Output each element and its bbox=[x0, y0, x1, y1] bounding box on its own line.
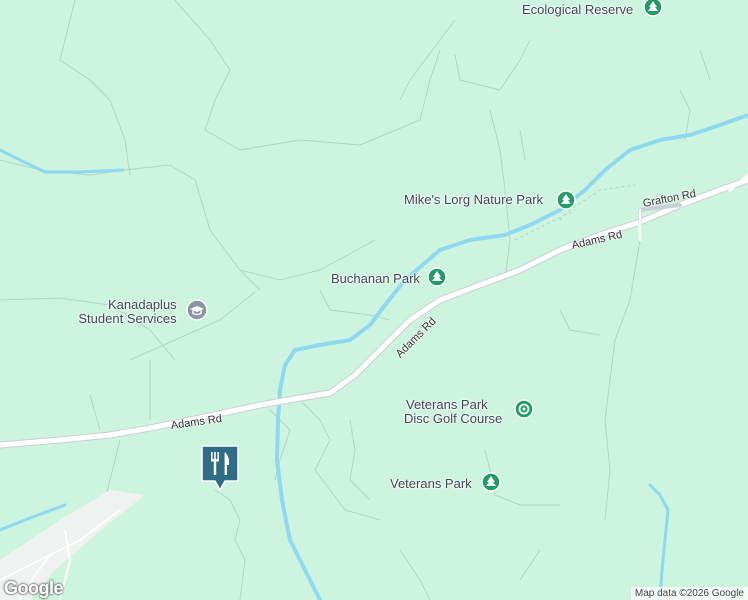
kanadaplus-label[interactable]: Kanadaplus Student Services bbox=[78, 297, 177, 326]
veterans-disc-line2: Disc Golf Course bbox=[404, 411, 503, 426]
target-icon[interactable] bbox=[514, 399, 534, 419]
kanadaplus-line1: Kanadaplus bbox=[108, 297, 177, 312]
mikes-lorg-nature-park-label[interactable]: Mike's Lorg Nature Park bbox=[404, 193, 543, 207]
ecological-reserve-label[interactable]: Ecological Reserve bbox=[522, 3, 633, 17]
veterans-disc-line1: Veterans Park bbox=[406, 397, 488, 412]
tree-icon[interactable] bbox=[556, 190, 576, 210]
restaurant-pin[interactable] bbox=[201, 445, 239, 491]
google-logo[interactable]: Google bbox=[4, 578, 64, 599]
school-icon[interactable] bbox=[186, 299, 208, 321]
buchanan-park-label[interactable]: Buchanan Park bbox=[331, 272, 420, 286]
map-canvas[interactable]: Ecological Reserve Mike's Lorg Nature Pa… bbox=[0, 0, 748, 600]
kanadaplus-line2: Student Services bbox=[78, 311, 177, 326]
map-copyright[interactable]: Map data ©2026 Google bbox=[630, 587, 748, 600]
tree-icon[interactable] bbox=[427, 267, 447, 287]
tree-icon[interactable] bbox=[481, 472, 501, 492]
veterans-park-label[interactable]: Veterans Park bbox=[390, 477, 472, 491]
veterans-disc-golf-label[interactable]: Veterans Park Disc Golf Course bbox=[404, 398, 502, 426]
tree-icon[interactable] bbox=[643, 0, 663, 17]
